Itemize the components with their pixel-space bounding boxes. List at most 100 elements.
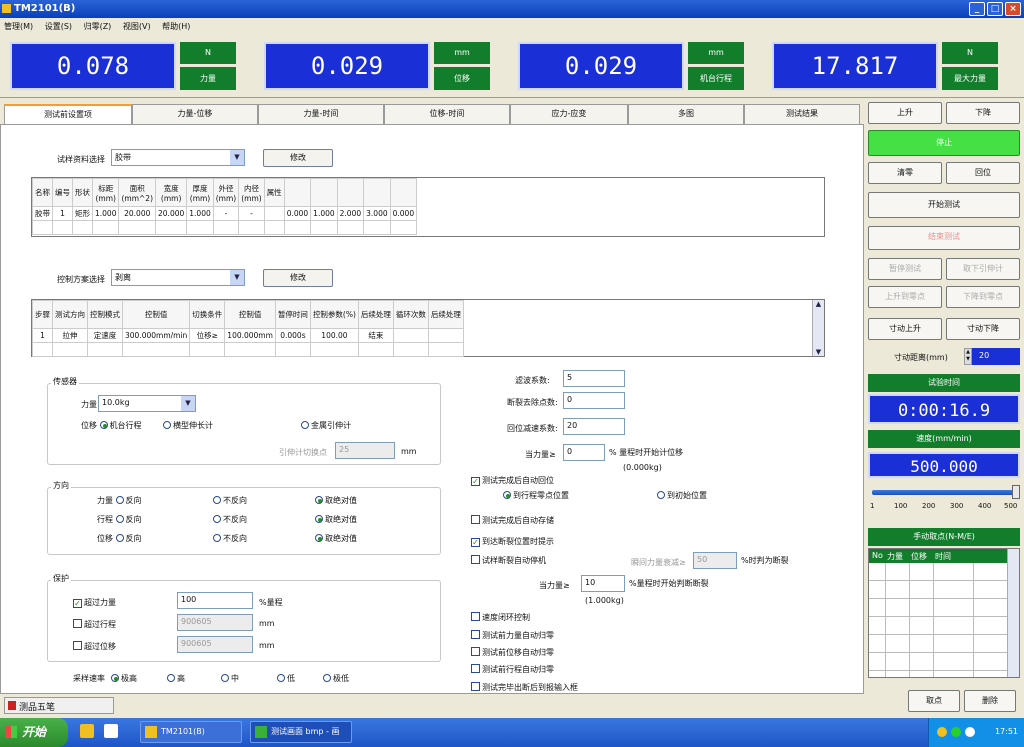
checkbox-zero-disp[interactable] [471,647,480,656]
switch-point-input[interactable]: 25 [335,442,395,459]
down-button[interactable]: 下降 [946,102,1020,124]
radio-disp-abs[interactable] [315,534,323,542]
tab-stress-strain[interactable]: 应力-应变 [510,104,628,124]
jog-up-button[interactable]: 寸动上升 [868,318,942,340]
table-cell[interactable] [212,220,240,235]
table-cell[interactable] [32,342,53,357]
table-cell[interactable]: 1.000 [310,206,338,221]
radio-metal-extensometer[interactable] [301,421,309,429]
radio-force-noreverse[interactable] [213,496,221,504]
minimize-button[interactable]: _ [969,2,985,16]
break-points-input[interactable]: 0 [563,392,625,409]
table-cell[interactable]: 100.000mm [224,328,276,343]
radio-sampling-0[interactable] [111,674,119,682]
control-modify-button[interactable]: 修改 [263,269,333,287]
menu-settings[interactable]: 设置(S) [45,22,72,31]
radio-extensometer[interactable] [163,421,171,429]
tray-icon[interactable] [951,727,961,737]
checkbox-protect-stroke[interactable] [73,619,82,628]
pause-test-button[interactable]: 暂停测试 [868,258,942,280]
table-cell[interactable] [121,342,191,357]
radio-machine-stroke[interactable] [99,421,108,429]
tab-force-time[interactable]: 力量-时间 [258,104,384,124]
tab-pretest-settings[interactable]: 测试前设置项 [4,104,132,124]
table-cell[interactable]: 100.00 [309,328,359,343]
table-cell[interactable] [263,220,285,235]
end-test-button[interactable]: 结束测试 [868,226,1020,250]
radio-force-reverse[interactable] [115,496,124,504]
pick-table-scrollbar[interactable] [1007,549,1019,677]
table-cell[interactable] [52,342,88,357]
table-cell[interactable] [238,220,265,235]
pick-button[interactable]: 取点 [908,690,960,712]
table-cell[interactable]: 20.000 [155,206,188,221]
table-cell[interactable]: 0.000 [283,206,312,221]
table-cell[interactable]: - [212,206,240,221]
filter-input[interactable]: 5 [563,370,625,387]
menu-view[interactable]: 视图(V) [123,22,151,31]
table-cell[interactable] [310,220,338,235]
table-cell[interactable]: 3.000 [363,206,391,221]
table-cell[interactable] [87,342,123,357]
taskbar-item-paint[interactable]: 测试画面 bmp - 画 [250,721,352,743]
radio-stroke-noreverse[interactable] [213,515,221,523]
checkbox-zero-force[interactable] [471,630,480,639]
checkbox-auto-return[interactable]: ✓ [471,477,480,486]
radio-sampling-1[interactable] [167,674,175,682]
stop-button[interactable]: 停止 [868,130,1020,156]
table-cell[interactable] [224,342,276,357]
up-button[interactable]: 上升 [868,102,942,124]
table-cell[interactable] [32,220,53,235]
radio-stroke-reverse[interactable] [115,515,124,523]
force-start-input[interactable]: 0 [563,444,605,461]
checkbox-protect-disp[interactable] [73,641,82,650]
table-cell[interactable]: 0.000s [274,328,311,343]
table-cell[interactable] [186,220,214,235]
protect-force-input[interactable]: 100 [177,592,253,609]
jog-down-button[interactable]: 寸动下降 [946,318,1020,340]
protect-stroke-input[interactable]: 900605 [177,614,253,631]
radio-disp-noreverse[interactable] [213,534,221,542]
table-cell[interactable] [309,342,359,357]
radio-disp-reverse[interactable] [115,534,124,542]
return-button[interactable]: 回位 [946,162,1020,184]
table-cell[interactable] [274,342,311,357]
table-cell[interactable]: 胶带 [32,206,53,221]
table-cell[interactable] [392,328,429,343]
sensor-force-select[interactable]: 10.0kg ▼ [98,395,196,412]
tab-force-displacement[interactable]: 力量-位移 [132,104,258,124]
table-cell[interactable] [118,220,157,235]
table-cell[interactable]: 1 [52,206,73,221]
table-cell[interactable] [392,342,429,357]
checkbox-output-report[interactable] [471,682,480,691]
table-cell[interactable] [189,342,226,357]
table-cell[interactable] [427,342,464,357]
table-cell[interactable] [52,220,73,235]
f2-input[interactable]: 10 [581,575,625,592]
control-select[interactable]: 剥离 ▼ [111,269,245,286]
speed-slider-track[interactable] [872,490,1018,495]
table-cell[interactable]: 结束 [357,328,394,343]
start-button[interactable]: 开始 [0,718,68,747]
table-cell[interactable]: 0.000 [389,206,418,221]
up-to-zero-button[interactable]: 上升到零点 [868,286,942,308]
delete-button[interactable]: 删除 [964,690,1016,712]
protect-disp-input[interactable]: 900605 [177,636,253,653]
table-cell[interactable]: 300.000mm/min [121,328,191,343]
clear-button[interactable]: 清零 [868,162,942,184]
down-to-zero-button[interactable]: 下降到零点 [946,286,1020,308]
table-cell[interactable] [336,220,365,235]
table-cell[interactable] [283,220,312,235]
radio-return-initial[interactable] [657,491,665,499]
checkbox-break-prompt[interactable]: ✓ [471,538,480,547]
speed-slider-thumb[interactable] [1012,485,1020,499]
table-cell[interactable]: 1.000 [91,206,120,221]
table-cell[interactable] [155,220,188,235]
table-cell[interactable] [427,328,464,343]
menu-help[interactable]: 帮助(H) [162,22,190,31]
close-button[interactable]: × [1005,2,1021,16]
table-cell[interactable]: - [238,206,265,221]
remove-extensometer-button[interactable]: 取下引伸计 [946,258,1020,280]
checkbox-protect-force[interactable]: ✓ [73,599,82,608]
menu-zero[interactable]: 归零(Z) [84,22,112,31]
